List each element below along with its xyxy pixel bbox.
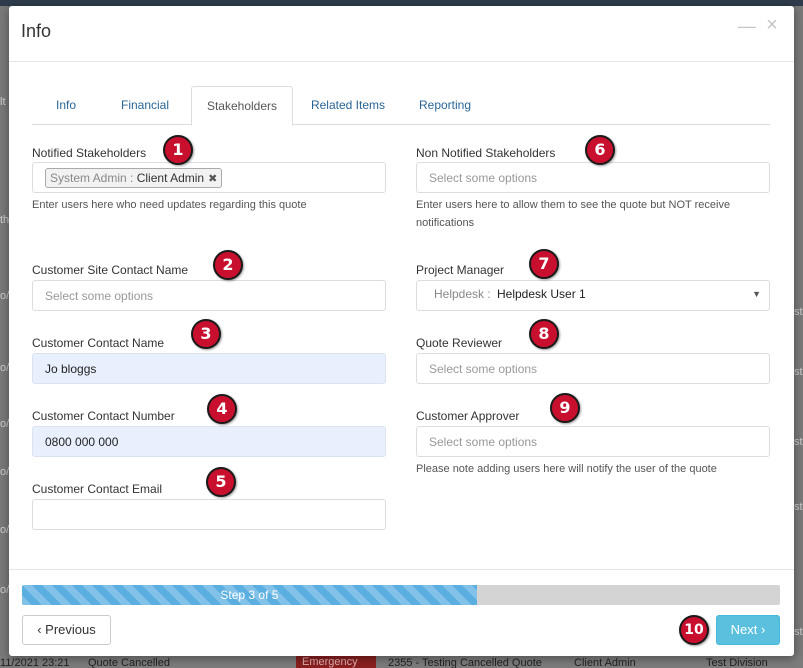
chevron-down-icon: ▼: [752, 289, 761, 299]
bg-fragment: sto: [794, 366, 803, 378]
bg-fragment: lt: [0, 96, 6, 108]
project-manager-value: Helpdesk User 1: [497, 287, 586, 301]
background-table-row: 11/2021 23:21 Quote Cancelled Emergency …: [0, 656, 803, 668]
remove-tag-icon[interactable]: ✖: [208, 173, 217, 185]
site-contact-select[interactable]: Select some options: [32, 280, 386, 311]
contact-number-value: 0800 000 000: [45, 435, 119, 449]
notified-stakeholders-label: Notified Stakeholders: [32, 146, 147, 160]
annotation-badge-7: 7: [529, 249, 559, 279]
stakeholder-tag: System Admin : Client Admin ✖: [45, 168, 223, 188]
bg-division: Test Division: [706, 657, 768, 668]
next-button[interactable]: Next ›: [716, 615, 780, 645]
non-notified-placeholder: Select some options: [429, 171, 538, 185]
background-right-edge: sto sto sto sto sto: [794, 6, 803, 668]
tag-name: Client Admin: [136, 171, 205, 185]
annotation-badge-4: 4: [207, 394, 237, 424]
bg-fragment: o/: [0, 466, 10, 478]
step-progress-bar: Step 3 of 5: [22, 585, 780, 605]
bg-fragment: sto: [794, 626, 803, 638]
customer-approver-placeholder: Select some options: [429, 435, 538, 449]
bg-fragment: sto: [794, 306, 803, 318]
project-manager-select[interactable]: Helpdesk : Helpdesk User 1 ▼: [416, 280, 770, 311]
contact-email-label: Customer Contact Email: [32, 482, 163, 496]
progress-text: Step 3 of 5: [220, 588, 279, 602]
bg-fragment: th: [0, 214, 10, 226]
modal-header: Info — ×: [9, 6, 794, 62]
notified-help-text: Enter users here who need updates regard…: [32, 199, 307, 211]
tab-reporting[interactable]: Reporting: [403, 86, 487, 125]
tab-info[interactable]: Info: [32, 86, 100, 125]
tab-financial[interactable]: Financial: [100, 86, 190, 125]
modal-title: Info: [21, 21, 52, 41]
non-notified-help-line2: notifications: [416, 217, 475, 229]
bg-fragment: o/: [0, 290, 10, 302]
quote-reviewer-label: Quote Reviewer: [416, 336, 503, 350]
tag-group: System Admin: [50, 171, 127, 185]
bg-quote: 2355 - Testing Cancelled Quote: [388, 657, 542, 668]
project-manager-label: Project Manager: [416, 263, 505, 277]
bg-fragment: o/: [0, 418, 10, 430]
bg-fragment: sto: [794, 436, 803, 448]
customer-approver-help: Please note adding users here will notif…: [416, 463, 717, 475]
background-left-edge: lt th o/ o/ o/ o/ o/ o/: [0, 6, 9, 668]
tab-related-items[interactable]: Related Items: [293, 86, 403, 125]
annotation-badge-3: 3: [191, 319, 221, 349]
annotation-badge-2: 2: [213, 250, 243, 280]
non-notified-help-line1: Enter users here to allow them to see th…: [416, 199, 731, 211]
customer-approver-select[interactable]: Select some options: [416, 426, 770, 457]
project-manager-group-name: Helpdesk: [434, 287, 485, 301]
project-manager-group: Helpdesk :: [434, 287, 491, 301]
bg-priority-badge: Emergency: [296, 656, 376, 668]
site-contact-placeholder: Select some options: [45, 289, 154, 303]
contact-name-field[interactable]: Jo bloggs: [32, 353, 386, 384]
contact-number-label: Customer Contact Number: [32, 409, 175, 423]
contact-email-field[interactable]: [32, 499, 386, 530]
footer-divider: [9, 569, 794, 570]
notified-stakeholders-select[interactable]: System Admin : Client Admin ✖: [32, 162, 386, 193]
bg-fragment: o/: [0, 584, 10, 596]
bg-status: Quote Cancelled: [88, 657, 170, 668]
contact-name-label: Customer Contact Name: [32, 336, 165, 350]
tab-stakeholders[interactable]: Stakeholders: [191, 86, 293, 126]
tab-bar: Info Financial Stakeholders Related Item…: [32, 86, 770, 126]
annotation-badge-10: 10: [679, 615, 709, 645]
info-modal: Info — × Info Financial Stakeholders Rel…: [9, 6, 794, 656]
non-notified-label: Non Notified Stakeholders: [416, 146, 556, 160]
annotation-badge-9: 9: [550, 393, 580, 423]
minimize-icon[interactable]: —: [738, 16, 756, 38]
annotation-badge-8: 8: [529, 319, 559, 349]
bg-fragment: o/: [0, 524, 10, 536]
quote-reviewer-placeholder: Select some options: [429, 362, 538, 376]
annotation-badge-6: 6: [585, 135, 615, 165]
customer-approver-label: Customer Approver: [416, 409, 520, 423]
contact-number-field[interactable]: 0800 000 000: [32, 426, 386, 457]
annotation-badge-1: 1: [163, 135, 193, 165]
tag-separator: :: [126, 171, 137, 185]
bg-fragment: sto: [794, 501, 803, 513]
non-notified-select[interactable]: Select some options: [416, 162, 770, 193]
close-icon[interactable]: ×: [763, 14, 781, 36]
previous-button[interactable]: ‹ Previous: [22, 615, 111, 645]
bg-fragment: o/: [0, 362, 10, 374]
bg-user: Client Admin: [574, 657, 636, 668]
site-contact-label: Customer Site Contact Name: [32, 263, 189, 277]
bg-date: 11/2021 23:21: [0, 657, 70, 668]
quote-reviewer-select[interactable]: Select some options: [416, 353, 770, 384]
annotation-badge-5: 5: [206, 467, 236, 497]
contact-name-value: Jo bloggs: [45, 362, 97, 376]
